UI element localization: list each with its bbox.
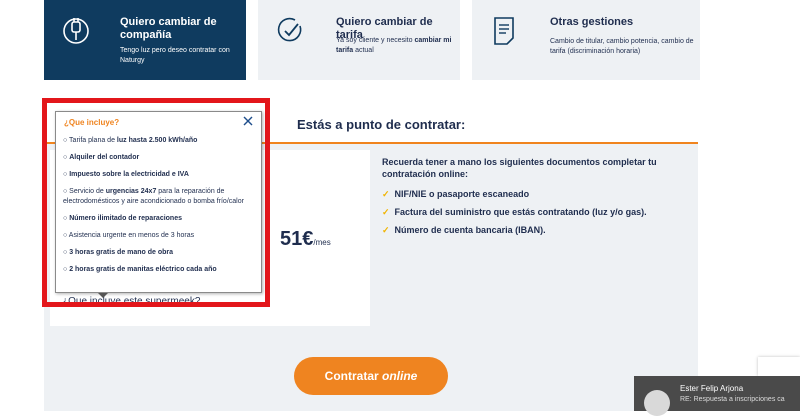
close-icon[interactable] xyxy=(242,114,254,128)
card-title: Otras gestiones xyxy=(550,16,634,28)
list-item: ✓ Factura del suministro que estás contra… xyxy=(382,207,647,217)
list-item: ○ Tarifa plana de luz hasta 2.500 kWh/añ… xyxy=(63,137,198,144)
list-item: ○ 2 horas gratis de manitas eléctrico ca… xyxy=(63,266,217,273)
document-icon xyxy=(490,14,518,46)
list-item: ○ Servicio de urgencias 24x7 para la rep… xyxy=(63,188,244,205)
check-icon: ✓ xyxy=(382,207,390,217)
avatar xyxy=(644,390,670,416)
power-plug-icon xyxy=(62,14,90,46)
card-change-company[interactable]: Quiero cambiar de compañía Tengo luz per… xyxy=(44,0,246,80)
price: 51€/mes xyxy=(280,228,331,250)
card-title: Quiero cambiar de compañía xyxy=(120,16,217,41)
whats-included-popover: ¿Que incluye? ○ Tarifa plana de luz hast… xyxy=(55,111,262,293)
included-list: ○ Tarifa plana de luz hasta 2.500 kWh/añ… xyxy=(63,136,255,282)
chat-notification[interactable]: Ester Felip Arjona RE: Respuesta a inscr… xyxy=(634,376,800,416)
list-item: ✓ Número de cuenta bancaria (IBAN). xyxy=(382,225,546,235)
check-icon: ✓ xyxy=(382,189,390,199)
list-item: ✓ NIF/NIE o pasaporte escaneado xyxy=(382,189,530,199)
documents-list: ✓ NIF/NIE o pasaporte escaneado ✓ Factura … xyxy=(382,188,647,242)
card-description: Tengo luz pero deseo contratar con Natur… xyxy=(120,47,230,64)
side-tab[interactable] xyxy=(758,357,800,376)
page-heading: Estás a punto de contratar: xyxy=(297,117,466,132)
contract-online-button[interactable]: Contratar online xyxy=(294,357,448,395)
documents-heading: Recuerda tener a mano los siguientes doc… xyxy=(382,157,657,179)
popover-arrow xyxy=(98,293,108,298)
check-circle-icon xyxy=(276,14,304,46)
popover-title: ¿Que incluye? xyxy=(64,118,120,127)
chat-subject: RE: Respuesta a inscripciones ca xyxy=(680,396,785,403)
check-icon: ✓ xyxy=(382,225,390,235)
card-other-procedures[interactable]: Otras gestiones Cambio de titular, cambi… xyxy=(472,0,700,80)
list-item: ○ Asistencia urgente en menos de 3 horas xyxy=(63,232,195,239)
list-item: ○ Impuesto sobre la electricidad e IVA xyxy=(63,171,189,178)
list-item: ○ Alquiler del contador xyxy=(63,154,140,161)
card-description: Ya soy cliente y necesito cambiar mi tar… xyxy=(336,37,452,54)
chat-sender-name: Ester Felip Arjona xyxy=(680,384,744,393)
list-item: ○ Número ilimitado de reparaciones xyxy=(63,215,182,222)
list-item: ○ 3 horas gratis de mano de obra xyxy=(63,249,174,256)
card-description: Cambio de titular, cambio potencia, camb… xyxy=(550,38,694,55)
card-change-tariff[interactable]: Quiero cambiar de tarifa Ya soy cliente … xyxy=(258,0,460,80)
